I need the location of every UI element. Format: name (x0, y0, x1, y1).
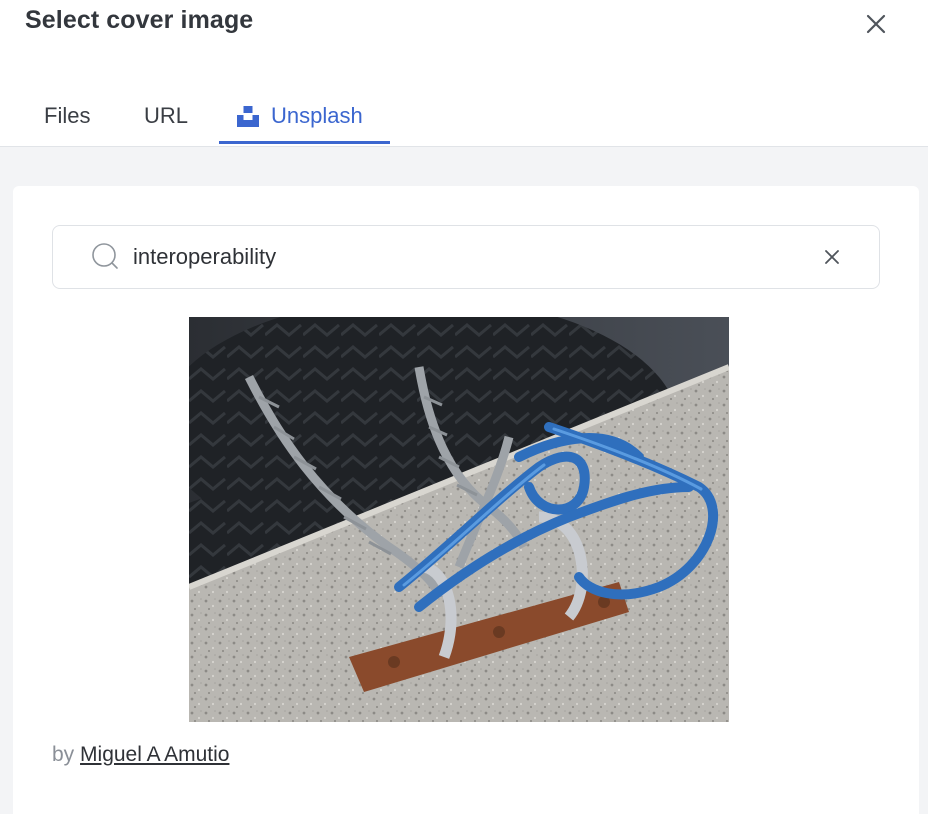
search-input[interactable] (133, 226, 783, 288)
tab-label: Files (44, 103, 91, 128)
tab-files[interactable]: Files (44, 88, 90, 144)
clear-search-button[interactable] (819, 244, 845, 270)
tab-url[interactable]: URL (144, 88, 188, 144)
unsplash-panel: by Miguel A Amutio (13, 186, 919, 826)
dialog-body: by Miguel A Amutio (0, 147, 928, 826)
active-tab-indicator (219, 141, 390, 144)
author-link[interactable]: Miguel A Amutio (80, 743, 229, 766)
photo-credit: by Miguel A Amutio (52, 743, 229, 767)
search-icon (91, 242, 123, 279)
tab-bar: Files URL Unsplash (0, 88, 928, 146)
tab-label: Unsplash (271, 103, 363, 128)
close-button[interactable] (860, 8, 892, 40)
dialog-header: Select cover image Files URL Unsplash (0, 0, 928, 147)
clear-icon (825, 250, 839, 264)
tab-unsplash[interactable]: Unsplash (219, 88, 390, 144)
close-icon (866, 14, 886, 34)
search-box (52, 225, 880, 289)
credit-prefix: by (52, 743, 75, 766)
search-result-image[interactable] (189, 317, 729, 722)
dialog-title: Select cover image (25, 6, 254, 34)
tab-label: URL (144, 103, 189, 128)
unsplash-icon (237, 105, 259, 127)
